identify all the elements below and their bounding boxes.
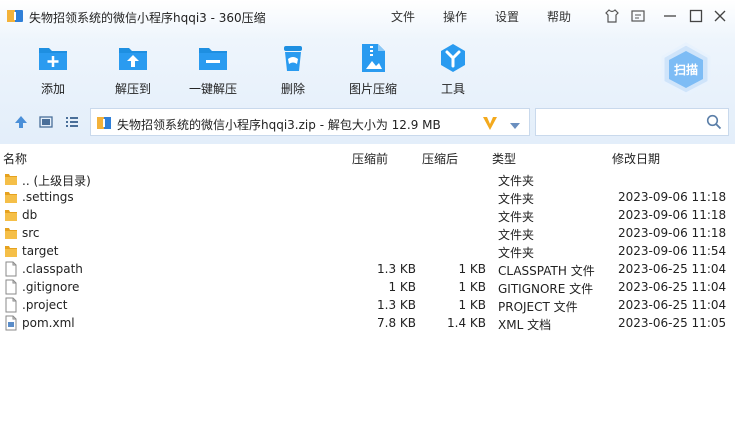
list-view-icon[interactable] [64, 114, 80, 130]
thumbnail-view-icon[interactable] [38, 114, 54, 130]
table-row[interactable]: pom.xml 7.8 KB 1.4 KB XML 文档 2023-06-25 … [0, 314, 735, 332]
search-input[interactable] [540, 113, 700, 131]
minimize-icon[interactable] [662, 8, 678, 24]
up-arrow-icon[interactable] [13, 114, 29, 130]
folder-icon [4, 171, 18, 187]
extract-to-button[interactable]: 解压到 [93, 38, 173, 98]
tools-label: 工具 [440, 82, 465, 96]
file-icon [4, 261, 18, 277]
zip-archive-icon [96, 115, 112, 131]
table-row[interactable]: .classpath 1.3 KB 1 KB CLASSPATH 文件 2023… [0, 260, 735, 278]
table-row[interactable]: .. (上级目录) 文件夹 [0, 170, 735, 188]
address-bar: 失物招领系统的微信小程序hqqi3.zip - 解包大小为 12.9 MB [0, 106, 735, 138]
chevron-down-icon[interactable] [509, 119, 521, 129]
file-icon [4, 279, 18, 295]
folder-icon [4, 225, 18, 241]
toolbar: 添加 解压到 一键解压 删除 图片压缩 工具 [0, 38, 735, 100]
delete-label: 删除 [280, 82, 305, 96]
column-compressed-size[interactable]: 压缩后 [422, 150, 458, 167]
one-click-extract-button[interactable]: 一键解压 [173, 38, 253, 98]
title-bar: 失物招领系统的微信小程序hqqi3 - 360压缩 文件 操作 设置 帮助 [0, 0, 735, 32]
search-field[interactable] [535, 108, 729, 136]
image-compress-label: 图片压缩 [348, 82, 397, 96]
table-row[interactable]: target 文件夹 2023-09-06 11:54 [0, 242, 735, 260]
feedback-icon[interactable] [630, 8, 646, 24]
column-type[interactable]: 类型 [492, 150, 516, 167]
file-list-header: 名称 压缩前 压缩后 类型 修改日期 [0, 145, 735, 169]
one-click-extract-label: 一键解压 [188, 82, 237, 96]
extract-to-label: 解压到 [114, 82, 151, 96]
image-compress-icon [357, 42, 389, 74]
tools-button[interactable]: 工具 [413, 38, 493, 98]
xml-file-icon [4, 315, 18, 331]
maximize-icon[interactable] [688, 8, 704, 24]
close-icon[interactable] [712, 8, 728, 24]
scan-label: 扫描 [673, 63, 698, 77]
window-title: 失物招领系统的微信小程序hqqi3 - 360压缩 [29, 11, 266, 25]
folder-icon [4, 207, 18, 223]
extract-to-icon [117, 42, 149, 74]
scan-button[interactable]: 扫描 [660, 42, 712, 96]
column-name[interactable]: 名称 [3, 150, 27, 167]
menu-help[interactable]: 帮助 [547, 8, 571, 25]
v-logo-icon[interactable] [481, 114, 499, 132]
table-row[interactable]: .settings 文件夹 2023-09-06 11:18 [0, 188, 735, 206]
add-button[interactable]: 添加 [13, 38, 93, 98]
path-field[interactable]: 失物招领系统的微信小程序hqqi3.zip - 解包大小为 12.9 MB [90, 108, 530, 136]
file-list: .. (上级目录) 文件夹 .settings 文件夹 2023-09-06 1… [0, 170, 735, 444]
delete-button[interactable]: 删除 [253, 38, 333, 98]
folder-icon [4, 243, 18, 259]
app-logo-icon [7, 9, 23, 23]
menu-file[interactable]: 文件 [391, 8, 415, 25]
search-icon[interactable] [706, 114, 722, 130]
add-button-label: 添加 [40, 82, 65, 96]
file-icon [4, 297, 18, 313]
column-original-size[interactable]: 压缩前 [352, 150, 388, 167]
menu-settings[interactable]: 设置 [495, 8, 519, 25]
table-row[interactable]: .project 1.3 KB 1 KB PROJECT 文件 2023-06-… [0, 296, 735, 314]
folder-icon [4, 189, 18, 205]
add-archive-icon [37, 42, 69, 74]
tools-icon [437, 42, 469, 74]
table-row[interactable]: src 文件夹 2023-09-06 11:18 [0, 224, 735, 242]
skin-icon[interactable] [604, 8, 620, 24]
menu-operate[interactable]: 操作 [443, 8, 467, 25]
one-click-extract-icon [197, 42, 229, 74]
archive-path: 失物招领系统的微信小程序hqqi3.zip - 解包大小为 12.9 MB [117, 118, 441, 132]
column-modified[interactable]: 修改日期 [612, 150, 660, 167]
table-row[interactable]: .gitignore 1 KB 1 KB GITIGNORE 文件 2023-0… [0, 278, 735, 296]
trash-icon [277, 42, 309, 74]
table-row[interactable]: db 文件夹 2023-09-06 11:18 [0, 206, 735, 224]
image-compress-button[interactable]: 图片压缩 [333, 38, 413, 98]
